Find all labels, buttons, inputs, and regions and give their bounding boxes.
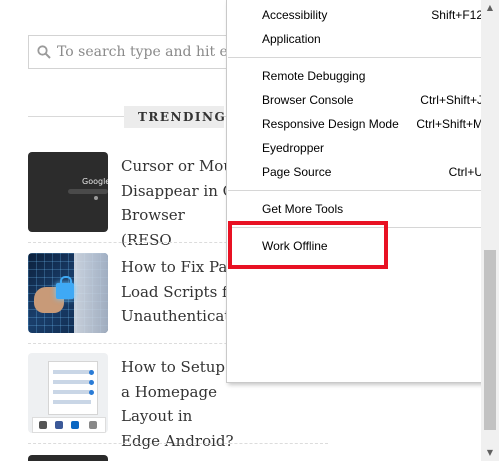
article-title[interactable]: How to Fix Pa Load Scripts fr Unauthenti… — [121, 255, 239, 329]
highlight-annotation-box — [228, 221, 388, 269]
menu-item-label: Get More Tools — [262, 202, 344, 216]
menu-item-eyedropper[interactable]: Eyedropper — [227, 137, 493, 159]
menu-item-shortcut: Ctrl+Shift+J — [420, 93, 483, 107]
search-icon — [37, 45, 51, 59]
menu-item-page-source[interactable]: Page Source Ctrl+U — [227, 161, 493, 183]
thumbnail-logo-text: Google — [82, 177, 108, 186]
menu-item-label: Browser Console — [262, 93, 354, 107]
tools-context-menu: Accessibility Shift+F12 Application Remo… — [226, 0, 494, 383]
article-thumbnail[interactable] — [28, 253, 108, 333]
menu-separator — [228, 57, 492, 58]
menu-item-shortcut: Ctrl+Shift+M — [416, 117, 483, 131]
menu-item-label: Responsive Design Mode — [262, 117, 399, 131]
menu-item-browser-console[interactable]: Browser Console Ctrl+Shift+J — [227, 89, 493, 111]
article-title[interactable]: Cursor or Mou Disappear in C Browser (RE… — [121, 154, 236, 252]
menu-item-label: Eyedropper — [262, 141, 325, 155]
menu-item-label: Application — [262, 32, 321, 46]
menu-item-remote-debugging[interactable]: Remote Debugging — [227, 65, 493, 87]
article-title[interactable]: How to Setup a Homepage Layout in Edge A… — [121, 355, 236, 453]
scrollbar-thumb[interactable] — [484, 250, 496, 430]
article-divider — [28, 443, 328, 444]
scroll-down-arrow-icon[interactable]: ▼ — [481, 445, 499, 461]
article-thumbnail[interactable] — [28, 353, 108, 433]
search-placeholder: To search type and hit ent — [57, 44, 243, 60]
menu-item-shortcut: Shift+F12 — [431, 8, 483, 22]
menu-separator — [228, 190, 492, 191]
menu-item-shortcut: Ctrl+U — [448, 165, 483, 179]
menu-item-get-more-tools[interactable]: Get More Tools — [227, 198, 493, 220]
article-thumbnail[interactable]: Google — [28, 152, 108, 232]
menu-item-responsive-design-mode[interactable]: Responsive Design Mode Ctrl+Shift+M — [227, 113, 493, 135]
lock-icon — [56, 276, 74, 299]
scroll-up-arrow-icon[interactable]: ▲ — [481, 0, 499, 16]
menu-item-label: Page Source — [262, 165, 332, 179]
menu-item-accessibility[interactable]: Accessibility Shift+F12 — [227, 4, 493, 26]
menu-item-application[interactable]: Application — [227, 28, 493, 50]
menu-item-label: Accessibility — [262, 8, 328, 22]
trending-heading: TRENDING — [124, 106, 225, 128]
article-thumbnail[interactable] — [28, 455, 108, 461]
menu-item-label: Remote Debugging — [262, 69, 366, 83]
